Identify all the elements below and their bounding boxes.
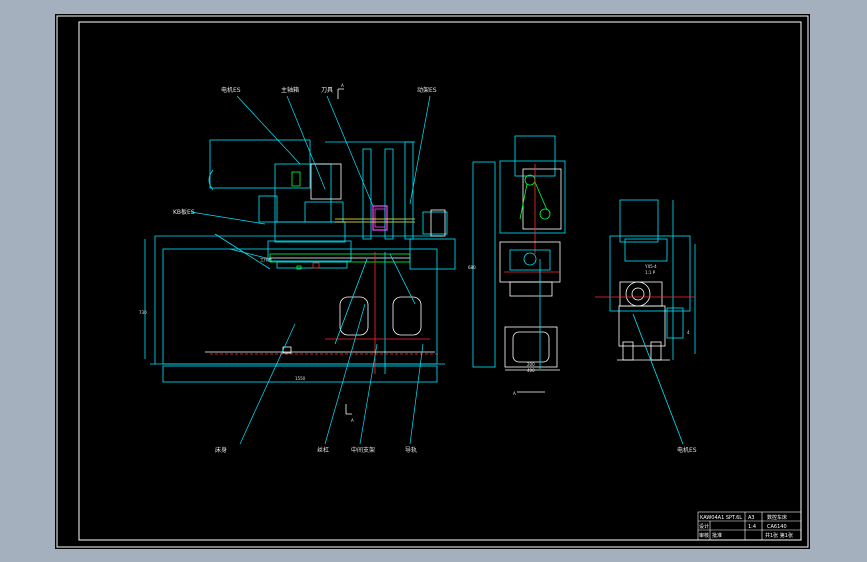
section-mark-bottom: A (351, 418, 354, 423)
motor-left (339, 296, 369, 336)
right-base (618, 305, 666, 347)
leader-lines (190, 95, 431, 445)
title-mark: A3 (748, 515, 755, 521)
callout-right-motor: 电机ES (677, 446, 697, 454)
motor-right (392, 296, 422, 336)
dim-side-width: 680 (468, 265, 476, 270)
title-row1: KAW04A1 SPT.6L (700, 515, 742, 521)
side-view (472, 135, 566, 393)
title-approved: 批准 (712, 532, 722, 539)
dim-side-2: 400 (527, 368, 535, 373)
dim-front-height: 730 (139, 310, 147, 315)
callout-bed: 床身 (215, 446, 227, 454)
title-sheet: 共1张 第1张 (765, 532, 793, 539)
title-code: CA6140 (767, 524, 787, 530)
callout-support: 中间支架 (351, 446, 375, 454)
headstock (274, 163, 332, 223)
title-scale: 1:4 (748, 524, 756, 530)
callout-leadscrew: 丝杠 (317, 446, 329, 454)
callout-tool: 刀具 (321, 87, 333, 94)
cad-drawing: 电机ES 主轴箱 刀具 动架ES KB板ES 工作台 床身 丝杠 中间支架 导轨… (56, 15, 809, 548)
dim-front-width: 1550 (295, 376, 306, 381)
inner-frame (78, 21, 802, 541)
callout-motor-top: 电机ES (221, 86, 241, 94)
right-note-2: 1:1 P (645, 270, 656, 275)
section-mark-top: A (341, 83, 344, 88)
right-note-1: YX5-4 (644, 264, 657, 269)
dim-right: 4 (687, 330, 690, 335)
title-checked: 审核 (699, 532, 709, 539)
screen: 电机ES 主轴箱 刀具 动架ES KB板ES 工作台 床身 丝杠 中间支架 导轨… (0, 0, 867, 562)
callout-carriage: 动架ES (417, 86, 437, 94)
callout-board: KB板ES (173, 208, 195, 216)
dim-side-1: 200 (527, 362, 535, 367)
right-view (595, 199, 696, 445)
callout-table: 工作台 (260, 256, 272, 262)
tailstock (422, 211, 448, 235)
side-saddle (499, 241, 561, 283)
section-mark-middle: A (513, 391, 516, 396)
front-view (144, 88, 456, 415)
callout-guide: 导轨 (405, 446, 417, 454)
drawing-sheet: 电机ES 主轴箱 刀具 动架ES KB板ES 工作台 床身 丝杠 中间支架 导轨… (55, 14, 810, 549)
callout-headstock: 主轴箱 (281, 86, 299, 94)
title-drawn: 设计 (699, 523, 709, 530)
title-name: 数控车床 (767, 514, 787, 521)
